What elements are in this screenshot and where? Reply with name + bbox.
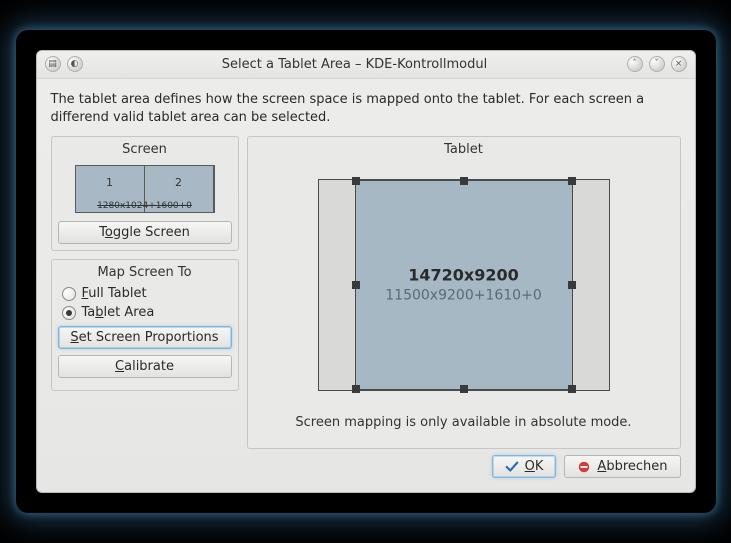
radio-full-tablet[interactable]: Full Tablet xyxy=(52,284,238,303)
screen-preview[interactable]: 1 2 1280x1024+1600+0 xyxy=(75,165,215,213)
check-icon xyxy=(505,460,519,474)
ok-button[interactable]: OK xyxy=(492,455,557,478)
window-menu-icon[interactable]: ▤ xyxy=(45,56,61,72)
resize-handle-top[interactable] xyxy=(460,177,468,185)
tablet-legend: Tablet xyxy=(248,137,680,161)
radio-icon xyxy=(62,306,76,320)
tablet-full-area[interactable]: 14720x9200 11500x9200+1610+0 xyxy=(318,179,610,391)
tablet-mapped-area[interactable]: 14720x9200 11500x9200+1610+0 xyxy=(355,180,573,390)
window-title: Select a Tablet Area – KDE-Kontrollmodul xyxy=(83,57,627,72)
screen-coords: 1280x1024+1600+0 xyxy=(76,201,214,211)
window-close-icon[interactable]: × xyxy=(671,56,687,72)
resize-handle-br[interactable] xyxy=(568,385,576,393)
toggle-screen-button[interactable]: Toggle Screen xyxy=(58,221,232,244)
radio-icon xyxy=(62,287,76,301)
dialog-window: ▤ ◐ Select a Tablet Area – KDE-Kontrollm… xyxy=(36,50,696,493)
screen-group: Screen 1 2 1280x1024+1600+0 Toggle Scree… xyxy=(51,136,239,251)
resize-handle-tl[interactable] xyxy=(352,177,360,185)
resize-handle-bl[interactable] xyxy=(352,385,360,393)
radio-tablet-area[interactable]: Tablet Area xyxy=(52,303,238,322)
tablet-geometry: 11500x9200+1610+0 xyxy=(385,286,541,304)
map-group: Map Screen To Full Tablet Tablet Area Se… xyxy=(51,259,239,391)
map-legend: Map Screen To xyxy=(52,260,238,284)
description-text: The tablet area defines how the screen s… xyxy=(51,91,681,126)
cancel-button[interactable]: Abbrechen xyxy=(564,455,680,478)
tablet-hint: Screen mapping is only available in abso… xyxy=(248,401,680,440)
cancel-icon xyxy=(577,460,591,474)
tablet-resolution: 14720x9200 xyxy=(385,266,541,287)
calibrate-button[interactable]: Calibrate xyxy=(58,355,232,378)
resize-handle-tr[interactable] xyxy=(568,177,576,185)
dialog-button-row: OK Abbrechen xyxy=(51,449,681,478)
window-sticky-icon[interactable]: ◐ xyxy=(67,56,83,72)
resize-handle-right[interactable] xyxy=(568,281,576,289)
resize-handle-bottom[interactable] xyxy=(460,385,468,393)
tablet-area-text: 14720x9200 11500x9200+1610+0 xyxy=(385,266,541,305)
window-keepabove-icon[interactable]: ˆ xyxy=(627,56,643,72)
set-screen-proportions-button[interactable]: Set Screen Proportions xyxy=(58,326,232,349)
titlebar: ▤ ◐ Select a Tablet Area – KDE-Kontrollm… xyxy=(37,51,695,79)
window-minimize-icon[interactable]: ˇ xyxy=(649,56,665,72)
tablet-group: Tablet 14720x9200 xyxy=(247,136,681,449)
resize-handle-left[interactable] xyxy=(352,281,360,289)
screen-legend: Screen xyxy=(52,137,238,161)
